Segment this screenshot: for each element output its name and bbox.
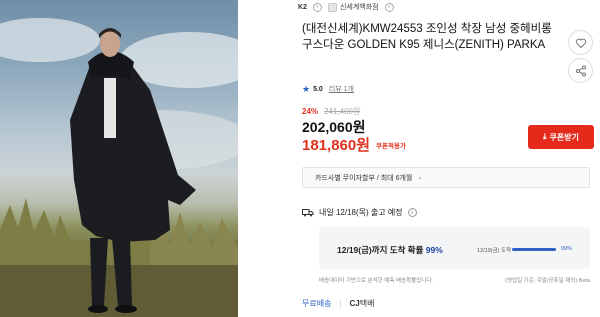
arrival-probability-value: 99% xyxy=(425,245,443,255)
carrier-name: 택배 xyxy=(359,299,375,308)
download-icon: ⤓ xyxy=(543,132,547,141)
coupon-price-tag: 쿠폰적용가 xyxy=(376,142,406,150)
brand-link[interactable]: K2 xyxy=(298,4,307,11)
rating: ★ 5.0 리뷰 1개 xyxy=(302,84,354,94)
chevron-down-icon: ⌄ xyxy=(417,175,423,181)
card-installment-text: 카드사별 무이자할부 / 최대 6개월 xyxy=(315,174,413,182)
share-icon xyxy=(575,65,586,76)
arrival-probability-bar xyxy=(512,248,556,251)
coupon-price-row: 181,860원 쿠폰적용가 xyxy=(302,134,406,155)
original-price: 241,400원 xyxy=(324,107,361,116)
product-title: (대전신세계)KMW24553 조인성 착장 남성 중헤비롱 구스다운 GOLD… xyxy=(302,23,552,51)
info-icon[interactable]: i xyxy=(407,208,417,217)
delivery-note: 배송데이터 기반으로 분석한 예측 배송확률입니다. (영업일 기준, 주말/공… xyxy=(319,276,590,284)
delivery-estimate: 내일 12/18(목) 출고 예정 i xyxy=(302,207,417,218)
carrier-label: CJ택배 xyxy=(350,298,375,309)
store-name: 신세계백화점 xyxy=(339,4,379,11)
arrival-probability-text: 12/19(금)까지 도착 확률 99% xyxy=(337,244,443,256)
arrival-date-label: 12/19(금) 도착 xyxy=(477,248,512,254)
breadcrumb: K2 › 신세계백화점 › xyxy=(298,1,394,13)
discount-row: 24% 241,400원 xyxy=(302,106,360,117)
arrival-probability-bar-pct: 99% xyxy=(561,246,573,252)
store-logo-icon xyxy=(327,2,337,12)
arrival-probability-label: 12/19(금)까지 도착 확률 xyxy=(337,245,424,255)
truck-icon xyxy=(302,209,314,217)
chevron-right-icon: › xyxy=(312,2,322,12)
delivery-note-left: 배송데이터 기반으로 분석한 예측 배송확률입니다. xyxy=(319,278,433,284)
wishlist-button[interactable] xyxy=(568,30,593,55)
store-link[interactable]: 신세계백화점 xyxy=(327,2,379,12)
product-photo xyxy=(0,0,238,317)
rating-score: 5.0 xyxy=(313,85,323,93)
shipping-row: 무료배송 | CJ택배 xyxy=(302,298,375,309)
free-shipping-label: 무료배송 xyxy=(302,299,332,308)
card-installment-dropdown[interactable]: 카드사별 무이자할부 / 최대 6개월 ⌄ xyxy=(302,167,590,188)
discount-rate: 24% xyxy=(302,107,319,116)
share-button[interactable] xyxy=(568,58,593,83)
chevron-right-icon: › xyxy=(384,2,394,12)
review-count-link[interactable]: 리뷰 1개 xyxy=(329,84,354,94)
arrival-probability-fill xyxy=(512,248,556,251)
coupon-price: 181,860원 xyxy=(302,137,371,154)
product-info-panel: K2 › 신세계백화점 › (대전신세계)KMW24553 조인성 착장 남성 … xyxy=(238,0,600,317)
delivery-text: 내일 12/18(목) 출고 예정 xyxy=(319,208,403,217)
delivery-note-right: (영업일 기준, 주말/공휴일 제외) Beta xyxy=(505,278,590,284)
coupon-download-button[interactable]: ⤓ 쿠폰받기 xyxy=(528,125,594,149)
star-icon: ★ xyxy=(302,83,311,94)
heart-icon xyxy=(575,38,586,48)
coupon-download-label: 쿠폰받기 xyxy=(549,132,579,142)
divider: | xyxy=(339,299,342,308)
arrival-probability-box: 12/19(금)까지 도착 확률 99% 12/19(금) 도착 99% xyxy=(319,227,590,269)
carrier-logo: CJ xyxy=(349,299,360,308)
